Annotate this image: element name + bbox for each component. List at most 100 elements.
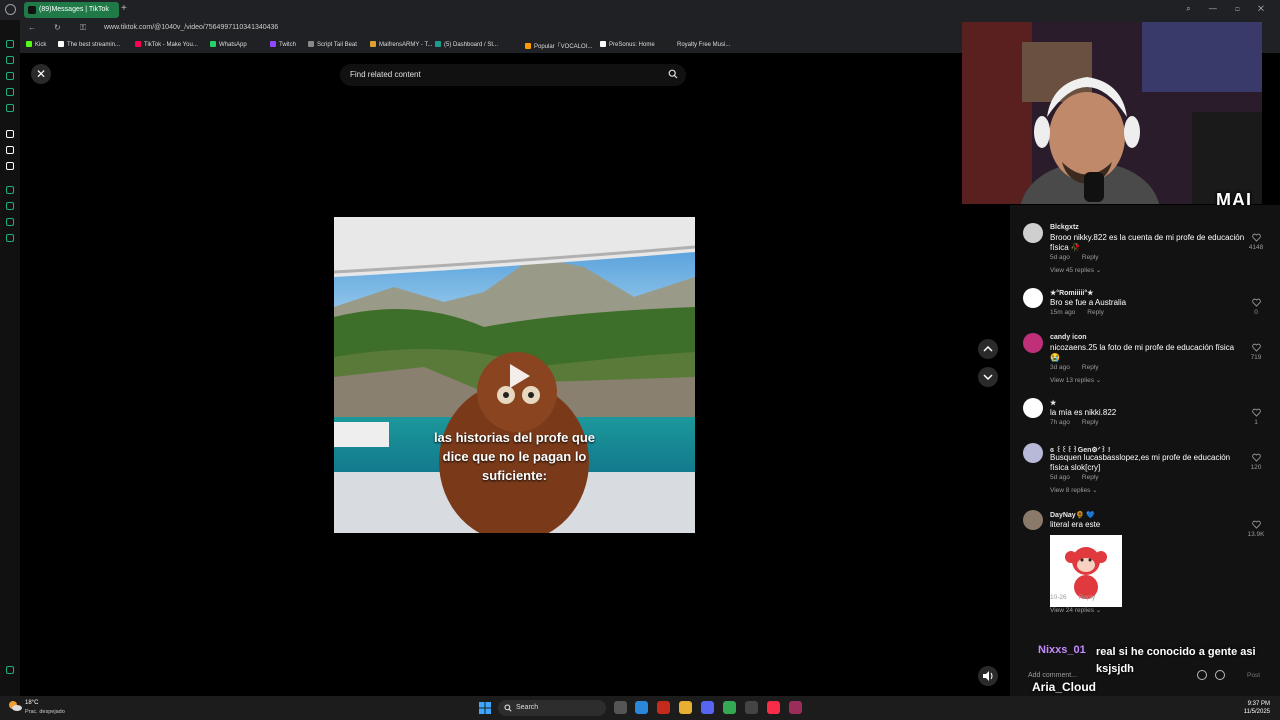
browser-icon[interactable] [789,701,802,714]
settings-icon[interactable] [745,701,758,714]
view-replies-button[interactable]: View 13 replies ⌄ [1050,376,1101,384]
view-replies-button[interactable]: View 24 replies ⌄ [1050,606,1101,614]
tab-title: (89)Messages | TikTok [39,6,109,13]
sidebar-tiktok-icon[interactable] [6,146,14,154]
sidebar-x-icon[interactable] [6,162,14,170]
avatar[interactable] [1023,333,1043,353]
windows-start-icon[interactable] [479,702,491,714]
chrome-icon[interactable] [723,701,736,714]
heart-icon [1251,343,1261,352]
bookmark-item[interactable]: PreSonus: Home [600,41,655,48]
like-button[interactable]: 719 [1246,343,1266,361]
search-bar[interactable]: Find related content [340,64,686,86]
bookmark-item[interactable]: (5) Dashboard / St... [435,41,498,48]
sidebar-more-icon[interactable] [6,666,14,674]
like-button[interactable]: 120 [1246,453,1266,471]
comment-text: Busquen lucasbasslopez,es mi profe de ed… [1050,453,1231,472]
comment-username[interactable]: Blckgxtz [1050,224,1079,231]
avatar[interactable] [1023,398,1043,418]
weather-icon[interactable] [8,700,22,712]
url-field[interactable]: www.tiktok.com/@1040v_/video/75649971103… [104,24,278,31]
volume-icon [983,671,993,681]
sidebar-whatsapp-icon[interactable] [6,104,14,112]
bookmark-item[interactable]: Popular「VOCALOI... [525,41,592,50]
sidebar-box-icon[interactable] [6,218,14,226]
comment-username[interactable]: ★ [1050,399,1056,407]
comment-username[interactable]: DayNay🌻 💙 [1050,511,1095,519]
discord-icon[interactable] [701,701,714,714]
stream-chat-overlay: Nixxs_01 real si he conocido a gente asi… [1020,642,1280,696]
sidebar-chat-icon[interactable] [6,88,14,96]
search-input[interactable]: Find related content [350,70,421,79]
edge-icon[interactable] [635,701,648,714]
avatar[interactable] [1023,223,1043,243]
task-view-icon[interactable] [614,701,627,714]
bookmark-item[interactable]: TikTok - Make You... [135,41,198,48]
comment-meta: 15m ago Reply [1050,309,1104,316]
play-icon[interactable] [503,361,533,391]
browser-logo-icon[interactable] [5,4,16,15]
comment-age: 7h ago [1050,419,1070,426]
bookmark-item[interactable]: MaifrensARMY - T... [370,41,432,48]
site-info-icon[interactable]: ⚿ [80,23,86,33]
like-button[interactable]: 13.9K [1246,520,1266,538]
reply-button[interactable]: Reply [1082,254,1099,261]
bookmark-item[interactable]: The best streamin... [58,41,120,48]
comment-text: Brooo nikky.822 es la cuenta de mi profe… [1050,233,1245,252]
sidebar-messenger-icon[interactable] [6,40,14,48]
comment-username[interactable]: ★°Romiiiii°★ [1050,289,1093,297]
bookmark-label: TikTok - Make You... [144,42,198,48]
search-icon[interactable] [668,69,678,79]
sidebar-clock-icon[interactable] [6,186,14,194]
comment-text: Bro se fue a Australia [1050,298,1127,307]
taskbar-search[interactable]: Search [498,700,606,716]
view-replies-button[interactable]: View 45 replies ⌄ [1050,266,1101,274]
sidebar-app-icon[interactable] [6,130,14,138]
bookmark-label: (5) Dashboard / St... [444,42,499,48]
bookmark-icon [210,41,216,47]
close-button[interactable]: ✕ [31,64,51,84]
window-controls[interactable]: ⌕ — ◻ ✕ [1186,4,1272,14]
reload-icon[interactable]: ↻ [54,23,61,32]
reply-button[interactable]: Reply [1087,309,1104,316]
previous-video-button[interactable] [978,339,998,359]
bookmark-label: The best streamin... [67,42,121,48]
back-icon[interactable]: ← [28,23,36,32]
music-icon[interactable] [767,701,780,714]
like-button[interactable]: 1 [1246,408,1266,426]
file-explorer-icon[interactable] [679,701,692,714]
bookmark-item[interactable]: Twitch [270,41,296,48]
comment-meta: 5d ago Reply [1050,474,1099,481]
sidebar-settings-icon[interactable] [6,234,14,242]
like-button[interactable]: 4148 [1246,233,1266,251]
app-icon[interactable] [657,701,670,714]
avatar[interactable] [1023,510,1043,530]
comment-text: la mía es nikki.822 [1050,408,1117,417]
heart-icon [1251,520,1261,529]
reply-button[interactable]: Reply [1079,594,1096,601]
like-button[interactable]: 0 [1246,298,1266,316]
avatar[interactable] [1023,443,1043,463]
bookmark-item[interactable]: Royalty Free Musi... [668,41,730,48]
comment-username[interactable]: candy icon [1050,334,1087,341]
sidebar-bag-icon[interactable] [6,72,14,80]
view-replies-button[interactable]: View 8 replies ⌄ [1050,486,1098,494]
bookmark-item[interactable]: WhatsApp [210,41,247,48]
bookmark-item[interactable]: Script Tail Beat [308,41,357,48]
reply-button[interactable]: Reply [1082,419,1099,426]
sidebar-timer-icon[interactable] [6,202,14,210]
sidebar-history-icon[interactable] [6,56,14,64]
avatar[interactable] [1023,288,1043,308]
new-tab-icon[interactable]: + [121,3,127,14]
reply-button[interactable]: Reply [1082,474,1099,481]
reply-button[interactable]: Reply [1082,364,1099,371]
volume-button[interactable] [978,666,998,686]
browser-tab[interactable]: (89)Messages | TikTok [24,2,119,18]
bookmark-item[interactable]: Kick [26,41,46,48]
view-replies-label: View 8 replies [1050,487,1091,494]
streamer-camera [962,22,1262,204]
clock[interactable]: 9:37 PM 11/5/2025 [1244,700,1270,716]
bookmark-icon [58,41,64,47]
comment-age: 5d ago [1050,254,1070,261]
next-video-button[interactable] [978,367,998,387]
